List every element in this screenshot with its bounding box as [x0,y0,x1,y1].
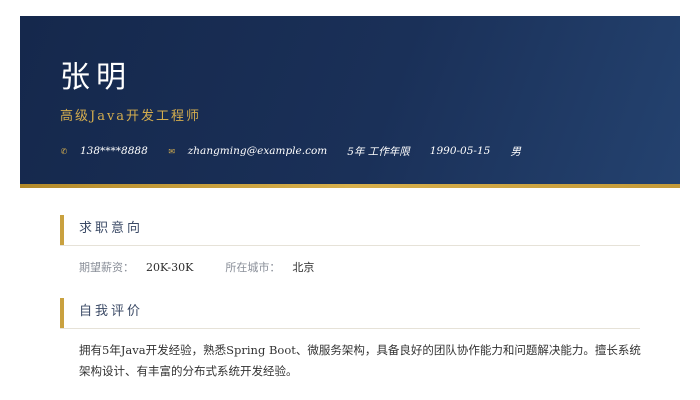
salary-label: 期望薪资： [79,261,134,274]
email-address: zhangming@example.com [187,145,328,157]
section-job-intent: 求职意向 [60,215,640,246]
birth-date: 1990-05-15 [429,145,491,157]
contact-gender: 男 [510,144,521,159]
phone-number: 138****8888 [80,145,148,157]
self-evaluation-text: 拥有5年Java开发经验，熟悉Spring Boot、微服务架构，具备良好的团队… [79,343,641,378]
mail-icon: ✉ [168,146,176,156]
contact-experience: 5年 工作年限 [347,144,410,159]
contact-birthday: 1990-05-15 [430,145,491,157]
resume-page: 张明 高级Java开发工程师 ✆ 138****8888 ✉ zhangming… [0,0,700,400]
section-header: 自我评价 [60,298,640,329]
section-self-evaluation: 自我评价 [60,298,640,329]
section-title: 求职意向 [79,221,144,236]
contact-phone: ✆ 138****8888 [60,145,148,157]
candidate-name: 张明 [60,60,132,95]
salary-value: 20K-30K [146,261,194,274]
resume-header: 张明 高级Java开发工程师 ✆ 138****8888 ✉ zhangming… [20,16,680,184]
section-accent-bar [60,215,64,245]
job-title: 高级Java开发工程师 [60,109,202,124]
job-intent-details: 期望薪资： 20K-30K 所在城市： 北京 [79,259,346,277]
contact-email: ✉ zhangming@example.com [168,145,327,157]
gender: 男 [510,145,521,158]
city-value: 北京 [292,261,315,274]
city-label: 所在城市： [225,261,281,274]
phone-icon: ✆ [60,146,68,156]
header-gold-divider [20,184,680,188]
experience-years: 5年 工作年限 [347,145,410,158]
section-title: 自我评价 [79,304,144,319]
section-header: 求职意向 [60,215,640,246]
contact-info: ✆ 138****8888 ✉ zhangming@example.com 5年… [60,142,541,160]
section-accent-bar [60,298,64,328]
